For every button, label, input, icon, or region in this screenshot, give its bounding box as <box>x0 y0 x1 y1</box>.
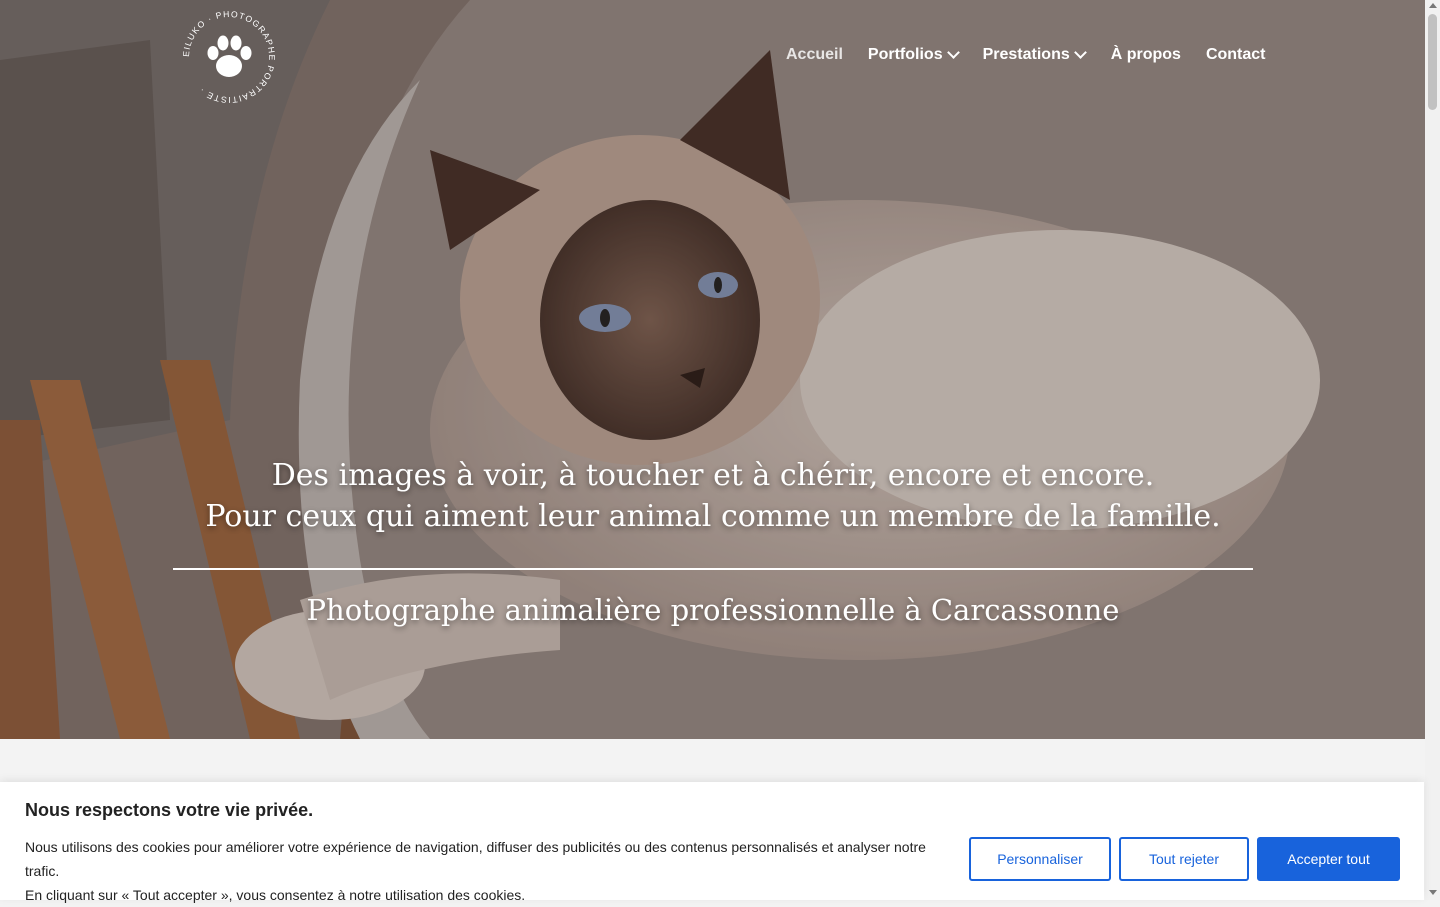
paw-print-icon <box>207 35 252 77</box>
customize-button[interactable]: Personnaliser <box>969 837 1111 881</box>
nav-item-label: Portfolios <box>867 46 943 63</box>
hero-tagline: Des images à voir, à toucher et à chérir… <box>173 455 1253 537</box>
nav-item-prestations[interactable]: Prestations <box>982 45 1087 64</box>
nav-item-label: Accueil <box>786 46 843 63</box>
cookie-title: Nous respectons votre vie privée. <box>25 800 314 820</box>
cookie-text-line-1: Nous utilisons des cookies pour améliore… <box>25 839 926 879</box>
accept-all-button[interactable]: Accepter tout <box>1257 837 1400 881</box>
nav-item-portfolios[interactable]: Portfolios <box>867 45 960 64</box>
cookie-description: Nous utilisons des cookies pour améliore… <box>25 835 955 907</box>
main-nav: Accueil Portfolios Prestations À propos … <box>786 45 1266 64</box>
cookie-text-line-2: En cliquant sur « Tout accepter », vous … <box>25 887 526 903</box>
scrollbar-thumb[interactable] <box>1428 14 1437 110</box>
chevron-down-icon <box>946 45 960 59</box>
hero-subtitle: Photographe animalière professionnelle à… <box>306 593 1120 627</box>
reject-all-button[interactable]: Tout rejeter <box>1119 837 1249 881</box>
nav-item-accueil[interactable]: Accueil <box>786 46 843 64</box>
cookie-consent-banner: Nous respectons votre vie privée. Nous u… <box>0 782 1424 903</box>
chevron-down-icon <box>1073 45 1087 59</box>
hero-section: EILUKO · PHOTOGRAPHE PORTRAITISTE · Accu… <box>0 0 1425 739</box>
nav-item-contact[interactable]: Contact <box>1206 46 1266 64</box>
nav-item-label: Prestations <box>982 46 1070 63</box>
nav-item-label: Contact <box>1205 46 1266 63</box>
site-logo[interactable]: EILUKO · PHOTOGRAPHE PORTRAITISTE · <box>178 6 280 108</box>
hero-divider <box>173 568 1253 570</box>
tagline-line-2: Pour ceux qui aiment leur animal comme u… <box>205 499 1221 534</box>
nav-item-label: À propos <box>1110 46 1181 63</box>
scroll-up-arrow-icon[interactable] <box>1429 3 1437 8</box>
tagline-line-1: Des images à voir, à toucher et à chérir… <box>271 458 1155 493</box>
nav-item-a-propos[interactable]: À propos <box>1111 46 1181 64</box>
page-scrollbar[interactable] <box>1425 0 1440 900</box>
scroll-down-arrow-icon[interactable] <box>1429 890 1437 895</box>
